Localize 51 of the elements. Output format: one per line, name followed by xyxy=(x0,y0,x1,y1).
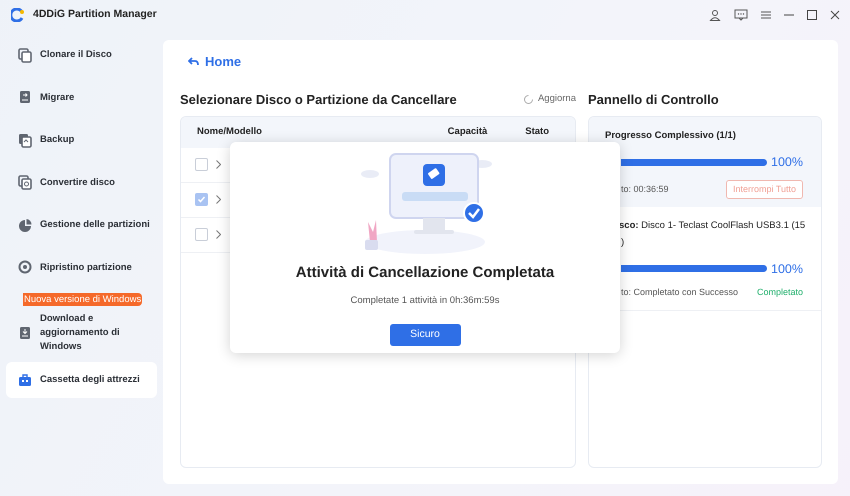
sidebar-item[interactable]: Clonare il Disco xyxy=(6,34,157,76)
elapsed-time: to: 00:36:59 xyxy=(621,182,669,196)
section-title: Selezionare Disco o Partizione da Cancellare xyxy=(180,90,457,109)
toolbox-icon xyxy=(18,372,32,388)
checkbox[interactable] xyxy=(195,193,208,206)
check-icon xyxy=(197,195,206,204)
drive-icon xyxy=(18,326,32,340)
column-header: Capacità xyxy=(448,124,488,139)
sidebar-item[interactable]: Backup xyxy=(6,119,157,162)
drive-icon xyxy=(18,90,32,106)
sidebar-item[interactable]: Download e aggiornamento di Windows xyxy=(6,307,157,359)
circle-icon xyxy=(18,260,32,276)
user-icon[interactable] xyxy=(709,9,721,21)
disk-name: ) xyxy=(621,236,624,250)
task-result: Completato xyxy=(756,286,803,300)
progress-percent: 100% xyxy=(771,154,803,171)
chat-icon[interactable] xyxy=(734,9,748,21)
dialog-message: Completate 1 attività in 0h:36m:59s xyxy=(350,294,500,308)
refresh-icon xyxy=(522,94,534,105)
chevron-right-icon[interactable] xyxy=(216,195,221,204)
app-logo-icon xyxy=(11,8,25,22)
sidebar-item[interactable]: Ripristino partizione xyxy=(6,246,157,289)
menu-icon[interactable] xyxy=(761,10,771,20)
app-title: 4DDiG Partition Manager xyxy=(33,7,157,22)
progress-label: Progresso Complessivo (1/1) xyxy=(605,128,737,142)
maximize-icon[interactable] xyxy=(807,10,817,20)
home-link[interactable]: Home xyxy=(188,52,242,72)
progress-percent: 100% xyxy=(771,260,803,278)
refresh-button[interactable]: Aggiorna xyxy=(522,92,576,107)
ok-button[interactable]: Sicuro xyxy=(390,324,460,346)
column-header: Stato xyxy=(525,124,550,139)
column-header: Nome/Modello xyxy=(196,124,263,139)
chevron-right-icon[interactable] xyxy=(216,160,221,169)
copy-icon xyxy=(18,175,32,190)
sidebar-item[interactable]: Gestione delle partizioni xyxy=(6,204,157,246)
disk-name: sco: Disco 1- Teclast CoolFlash USB3.1 (15 xyxy=(619,219,803,233)
pie-chart-icon xyxy=(18,218,32,233)
checkbox[interactable] xyxy=(195,158,208,171)
sidebar-item[interactable]: Convertire disco xyxy=(6,162,157,204)
copy-icon xyxy=(18,132,32,148)
chevron-right-icon[interactable] xyxy=(216,230,221,239)
new-version-badge: Nuova versione di Windows xyxy=(23,293,142,306)
section-title: Pannello di Controllo xyxy=(588,90,719,109)
sidebar-item[interactable]: Migrare xyxy=(6,76,157,119)
back-arrow-icon xyxy=(188,56,199,67)
task-status: to: Completato con Successo xyxy=(621,286,738,300)
dialog-title: Attività di Cancellazione Completata xyxy=(294,263,556,283)
sidebar-item[interactable]: Cassetta degli attrezzi xyxy=(6,362,157,398)
checkbox[interactable] xyxy=(195,228,208,241)
close-icon[interactable] xyxy=(830,10,840,20)
copy-icon xyxy=(18,48,32,63)
